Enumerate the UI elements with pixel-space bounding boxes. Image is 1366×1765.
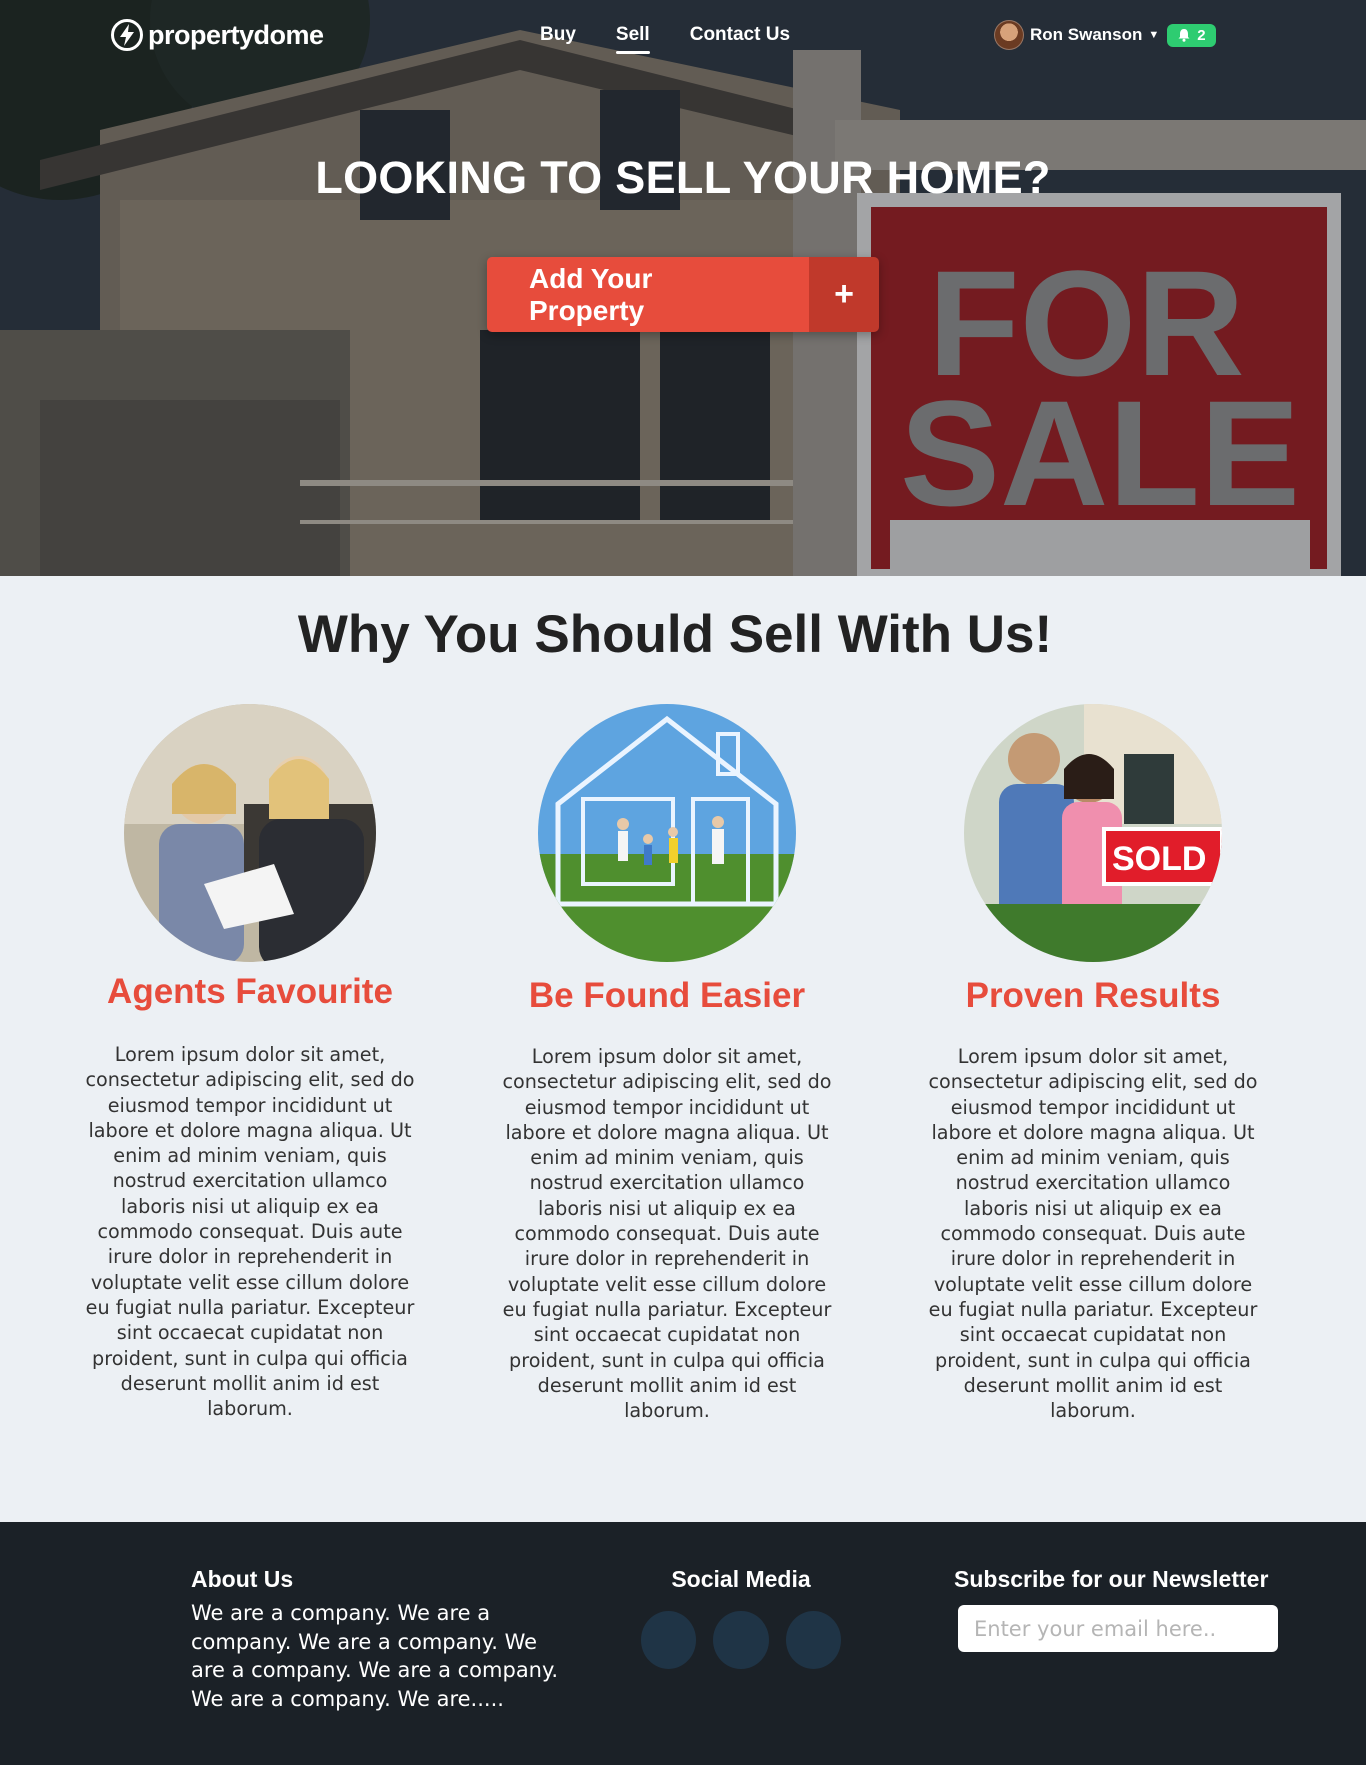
feature-card-results: SOLD Proven Results Lorem ipsum dolor si… [923,704,1263,1423]
section-title: Why You Should Sell With Us! [297,605,1053,664]
nav-buy[interactable]: Buy [540,24,576,52]
nav-sell[interactable]: Sell [615,24,650,54]
avatar [994,20,1024,50]
user-name: Ron Swanson [1030,25,1143,44]
footer-about-text: We are a company. We are a company. We a… [191,1601,559,1711]
sold-couple-image: SOLD [964,704,1222,962]
footer-newsletter: Subscribe for our Newsletter [954,1566,1278,1652]
main-nav: Buy Sell Contact Us [540,24,790,54]
bell-icon [1178,29,1190,42]
caret-down-icon: ▼ [1148,29,1160,41]
footer-social: Social Media [641,1566,841,1669]
footer-about-title: About Us [191,1566,294,1592]
add-property-label: Add Your Property [487,257,809,332]
newsletter-email-input[interactable] [958,1605,1278,1652]
nav-contact-us[interactable]: Contact Us [690,24,790,52]
footer-about: About Us We are a company. We are a comp… [191,1566,571,1713]
feature-text: Lorem ipsum dolor sit amet, consectetur … [85,1043,415,1421]
social-link-3[interactable] [785,1611,841,1669]
lightning-bolt-icon [111,19,143,51]
feature-text: Lorem ipsum dolor sit amet, consectetur … [502,1045,832,1423]
hero-section: FOR SALE propertydome Buy Sell Contact U… [0,0,1366,576]
feature-title: Be Found Easier [528,976,806,1015]
notification-badge[interactable]: 2 [1167,23,1216,47]
family-house-image [538,704,796,962]
social-link-2[interactable] [713,1611,769,1669]
social-link-1[interactable] [641,1611,697,1669]
svg-text:SOLD: SOLD [1112,840,1206,878]
brand-logo[interactable]: propertydome [110,18,324,52]
feature-card-found: Be Found Easier Lorem ipsum dolor sit am… [497,704,837,1423]
add-property-button[interactable]: Add Your Property + [487,257,879,332]
agents-image [124,704,376,962]
footer-social-title: Social Media [671,1566,811,1592]
footer-newsletter-title: Subscribe for our Newsletter [954,1566,1269,1592]
top-navigation-bar: propertydome Buy Sell Contact Us Ron Swa… [0,0,1366,72]
feature-text: Lorem ipsum dolor sit amet, consectetur … [928,1045,1258,1423]
feature-card-agents: Agents Favourite Lorem ipsum dolor sit a… [80,704,420,1421]
user-menu[interactable]: Ron Swanson ▼ 2 [994,20,1216,50]
feature-title: Agents Favourite [107,972,393,1011]
social-links [641,1611,841,1669]
brand-name: propertydome [148,19,324,50]
plus-icon: + [809,257,879,332]
notification-count: 2 [1197,26,1206,44]
hero-title: LOOKING TO SELL YOUR HOME? [315,152,1051,203]
feature-title: Proven Results [965,976,1221,1015]
footer: About Us We are a company. We are a comp… [0,1522,1366,1765]
